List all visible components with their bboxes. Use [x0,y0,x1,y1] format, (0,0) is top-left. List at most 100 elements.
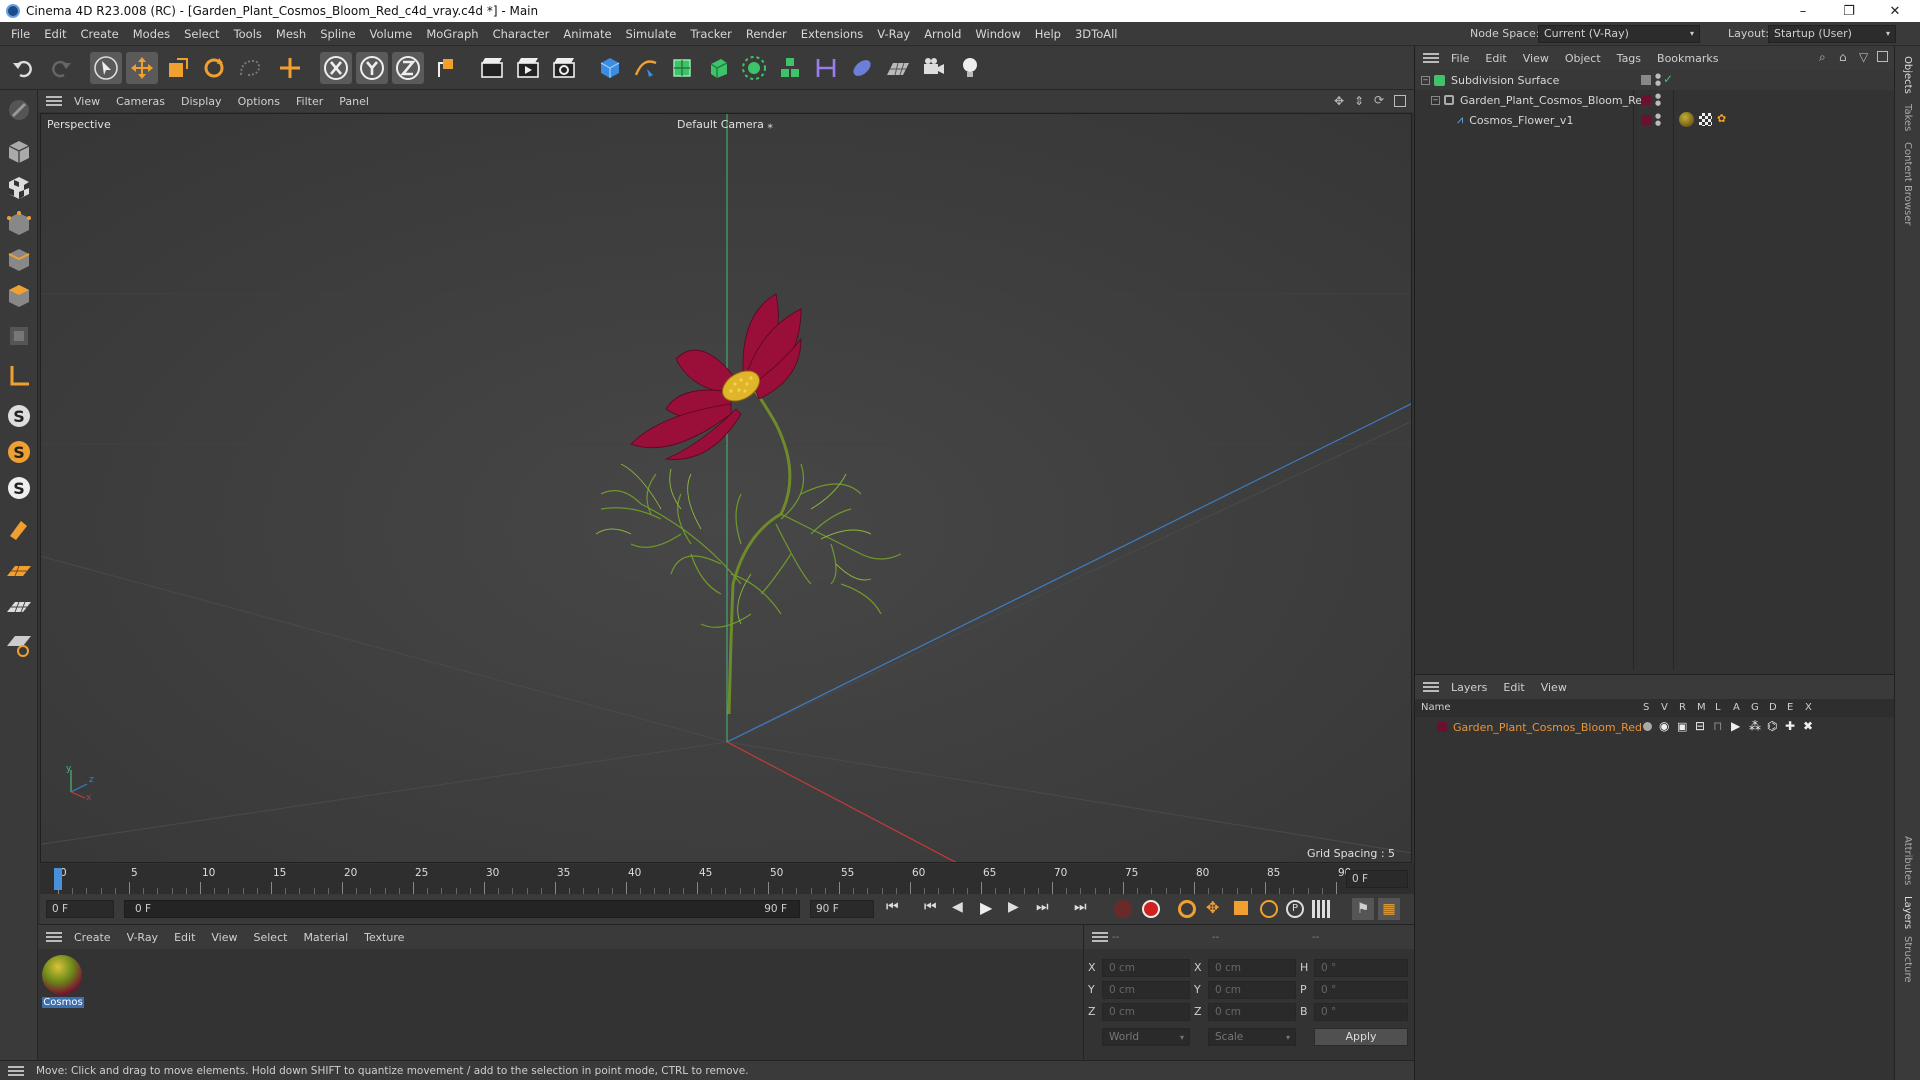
render-to-picture-viewer-button[interactable] [512,52,544,84]
material-menu-material[interactable]: Material [295,931,356,944]
menu-create[interactable]: Create [74,27,126,41]
material-menu-edit[interactable]: Edit [166,931,203,944]
scale-tool-button[interactable] [162,52,194,84]
cloner-button[interactable] [738,52,770,84]
y-axis-lock-button[interactable] [356,52,388,84]
timeline-ruler[interactable]: 0 5 10 15 20 25 30 35 40 45 50 55 60 65 70 75 80 85 90 0 F [40,864,1414,894]
pan-view-icon[interactable]: ✥ [1334,94,1344,108]
texture-mode-button[interactable] [3,172,35,204]
rotate-view-icon[interactable]: ⟳ [1374,93,1384,107]
hamburger-icon[interactable] [1423,682,1439,692]
x-axis-lock-button[interactable] [320,52,352,84]
size-z-field[interactable]: 0 cm [1208,1003,1296,1021]
menu-animate[interactable]: Animate [556,27,618,41]
sculpt-button[interactable] [3,514,35,546]
close-button[interactable]: ✕ [1872,0,1918,22]
menu-mesh[interactable]: Mesh [269,27,313,41]
size-y-field[interactable]: 0 cm [1208,981,1296,999]
eye-icon[interactable]: ◉ [1659,719,1669,733]
visibility-dots-icon[interactable]: ● ● [1655,113,1661,127]
solo-icon[interactable] [1643,722,1652,731]
current-frame-field[interactable]: 0 F [1346,870,1408,888]
collapse-icon[interactable]: − [1421,75,1430,85]
generator-icon[interactable]: ⁂ [1749,719,1761,733]
tab-objects[interactable]: Objects [1902,56,1913,94]
menu-3dtoall[interactable]: 3DToAll [1068,27,1125,41]
layer-color-swatch[interactable] [1437,722,1447,732]
lock-icon[interactable]: ⊓ [1713,719,1722,733]
tab-takes[interactable]: Takes [1902,104,1913,131]
layer-swatch-icon[interactable] [1641,75,1651,85]
menu-render[interactable]: Render [739,27,794,41]
autokey-icon[interactable] [1142,900,1160,918]
key-pla-icon[interactable] [1312,900,1330,918]
end-frame-field[interactable]: 90 F [810,900,874,918]
hamburger-icon[interactable] [8,1065,24,1076]
make-editable-button[interactable] [3,94,35,126]
quantize-button[interactable]: S [3,472,35,504]
collapse-icon[interactable]: − [1431,95,1440,105]
enabled-check-icon[interactable]: ✓ [1663,72,1673,86]
layout-select[interactable]: Startup (User) ▾ [1768,25,1896,43]
viewport-camera-label[interactable]: Default Camera ⁎ [677,118,773,131]
filter-icon[interactable]: ▽ [1859,50,1868,64]
object-menu-object[interactable]: Object [1557,52,1609,65]
menu-modes[interactable]: Modes [126,27,177,41]
vray-tag-icon[interactable]: ✿ [1717,112,1726,125]
field-button[interactable] [846,52,878,84]
viewport-menu-cameras[interactable]: Cameras [108,95,173,108]
menu-file[interactable]: File [4,27,37,41]
viewport-menu-view[interactable]: View [66,95,108,108]
render-view-button[interactable] [476,52,508,84]
material-menu-texture[interactable]: Texture [356,931,412,944]
select-tool-button[interactable] [90,52,122,84]
start-frame-field[interactable]: 0 F [46,900,114,918]
manager-icon[interactable]: ⊟ [1695,719,1705,733]
apply-button[interactable]: Apply [1314,1028,1408,1046]
move-tool-button[interactable] [126,52,158,84]
rotate-tool-button[interactable] [198,52,230,84]
material-tag-icon[interactable] [1679,112,1694,127]
snap-settings-button[interactable]: S [3,436,35,468]
object-menu-tags[interactable]: Tags [1609,52,1649,65]
material-menu-select[interactable]: Select [246,931,296,944]
minimize-button[interactable]: – [1780,0,1826,22]
menu-vray[interactable]: V-Ray [870,27,917,41]
polygon-mode-button[interactable] [3,280,35,312]
goto-next-key-icon[interactable]: ⏭ [1036,899,1049,915]
xref-icon[interactable]: ✖ [1803,719,1813,733]
menu-edit[interactable]: Edit [37,27,73,41]
uvw-tag-icon[interactable] [1699,113,1712,126]
prev-frame-icon[interactable]: ◀ [952,899,963,915]
cube-button[interactable] [594,52,626,84]
menu-simulate[interactable]: Simulate [619,27,684,41]
pos-y-field[interactable]: 0 cm [1102,981,1190,999]
preview-range-slider[interactable]: 0 F 90 F [124,900,800,918]
uv-mode-button[interactable] [3,320,35,352]
subdivision-surface-button[interactable] [666,52,698,84]
rot-h-field[interactable]: 0 ° [1314,959,1408,977]
new-window-icon[interactable] [1877,51,1888,62]
object-menu-file[interactable]: File [1443,52,1477,65]
workplane-button[interactable] [3,556,35,588]
object-menu-view[interactable]: View [1515,52,1557,65]
redo-button[interactable] [44,52,76,84]
goto-end-icon[interactable]: ⏭ [1074,899,1087,915]
axis-mode-button[interactable] [3,360,35,392]
render-settings-button[interactable] [548,52,580,84]
object-row-garden-plant[interactable]: − Garden_Plant_Cosmos_Bloom_Red ● ● [1415,90,1895,110]
layer-swatch-icon[interactable] [1641,115,1651,125]
expression-icon[interactable]: ✚ [1785,719,1795,733]
timeline-icon[interactable]: ▦ [1378,898,1400,920]
menu-character[interactable]: Character [486,27,557,41]
plane-lock-button[interactable] [3,628,35,660]
viewport-menu-display[interactable]: Display [173,95,230,108]
rot-b-field[interactable]: 0 ° [1314,1003,1408,1021]
hamburger-icon[interactable] [46,96,62,106]
grid-plane-button[interactable] [3,592,35,624]
menu-extensions[interactable]: Extensions [794,27,870,41]
mograph-button[interactable] [774,52,806,84]
layer-menu-layers[interactable]: Layers [1443,681,1495,694]
next-frame-icon[interactable]: ▶ [1008,899,1019,915]
tab-content-browser[interactable]: Content Browser [1902,142,1913,225]
